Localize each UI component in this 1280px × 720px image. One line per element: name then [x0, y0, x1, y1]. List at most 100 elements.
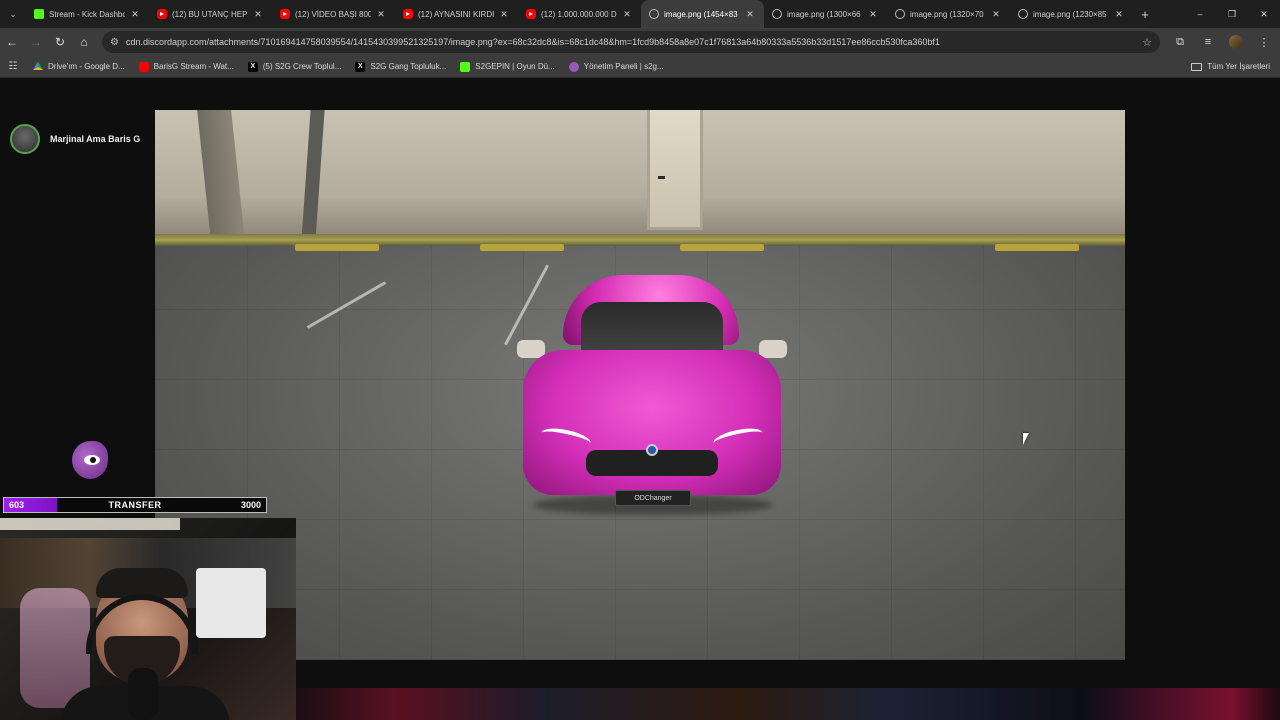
mascot-logo-icon: [68, 435, 110, 481]
tab-title: (12) VİDEO BAŞI 800: [295, 9, 371, 19]
tab-title: (12) 1.000.000.000 D: [541, 9, 617, 19]
globe-icon: [895, 9, 905, 19]
wheel-stop: [995, 244, 1079, 251]
minimize-icon[interactable]: –: [1184, 0, 1216, 28]
back-icon[interactable]: ←: [0, 30, 24, 54]
menu-icon[interactable]: ⋮: [1250, 30, 1278, 54]
bookmark-item[interactable]: Drive'ım - Google D...: [26, 61, 132, 72]
tab[interactable]: (12) AYNASINI KIRDI ✕: [395, 0, 518, 28]
youtube-icon: [138, 61, 149, 72]
image-viewer[interactable]: ODChanger: [155, 110, 1125, 660]
goal-target: 3000: [240, 500, 261, 510]
bookmark-label: Yönetim Paneli | s2g...: [583, 62, 664, 71]
reload-icon[interactable]: ↻: [48, 30, 72, 54]
page-content: ODChanger Marjinal Ama Baris G 603 TRANS…: [0, 79, 1280, 720]
microphone-icon: [128, 668, 158, 720]
tab-close-icon[interactable]: ✕: [990, 9, 1002, 20]
bookmarks-bar: ☷ Drive'ım - Google D... BarisG Stream - …: [0, 56, 1280, 78]
wheel-stop: [480, 244, 564, 251]
tab[interactable]: image.png (1300×66 ✕: [764, 0, 887, 28]
side-mirror: [759, 340, 787, 358]
tab[interactable]: image.png (1320×70 ✕: [887, 0, 1010, 28]
youtube-icon: [157, 9, 167, 19]
youtube-icon: [403, 9, 413, 19]
bookmark-item[interactable]: X S2G Gang Topluluk...: [348, 61, 453, 72]
all-bookmarks-button[interactable]: Tüm Yer İşaretleri: [1191, 62, 1270, 71]
transfer-goal-bar: 603 TRANSFER 3000: [3, 497, 267, 513]
forward-icon[interactable]: →: [24, 30, 48, 54]
apps-grid-icon[interactable]: ☷: [0, 61, 26, 72]
address-bar[interactable]: ⚙ cdn.discordapp.com/attachments/7101694…: [102, 31, 1160, 53]
globe-icon: [1018, 9, 1028, 19]
google-drive-icon: [33, 61, 43, 70]
tab-close-icon[interactable]: ✕: [252, 9, 264, 20]
chair: [20, 588, 90, 708]
wheel-stop: [295, 244, 379, 251]
parking-wall: [155, 110, 1125, 234]
tab-close-icon[interactable]: ✕: [498, 9, 510, 20]
youtube-icon: [526, 9, 536, 19]
bookmark-item[interactable]: Yönetim Paneli | s2g...: [562, 61, 671, 72]
overlay-username: Marjinal Ama Baris G: [50, 134, 141, 144]
tab[interactable]: image.png (1230×85 ✕: [1010, 0, 1133, 28]
close-icon[interactable]: ✕: [1248, 0, 1280, 28]
tab-title: image.png (1230×85: [1033, 9, 1107, 19]
license-plate: ODChanger: [615, 490, 691, 506]
kick-icon: [460, 61, 471, 72]
next-image-preview: [296, 688, 1280, 720]
new-tab-button[interactable]: +: [1133, 7, 1157, 22]
tab-close-icon[interactable]: ✕: [867, 9, 879, 20]
media-controls-icon[interactable]: ≡: [1194, 30, 1222, 54]
all-bookmarks-label: Tüm Yer İşaretleri: [1207, 62, 1270, 71]
home-icon[interactable]: ⌂: [72, 30, 96, 54]
tab-strip: ⌄ Stream - Kick Dashbo ✕ (12) BU UTANÇ HEP…: [0, 0, 1280, 28]
restore-icon[interactable]: ❐: [1216, 0, 1248, 28]
pink-sports-car: ODChanger: [517, 270, 787, 520]
background-monitor: [196, 568, 266, 638]
bookmark-label: (5) S2G Crew Toplul...: [262, 62, 342, 71]
profile-avatar[interactable]: [1229, 35, 1243, 49]
tab[interactable]: Stream - Kick Dashbo ✕: [26, 0, 149, 28]
x-icon: X: [247, 61, 258, 72]
tab[interactable]: image.png (1454×83 ✕: [641, 0, 764, 28]
goal-current: 603: [9, 500, 25, 510]
ceiling-light: [0, 518, 180, 530]
bookmark-star-icon[interactable]: ☆: [1142, 36, 1152, 49]
overlay-user: Marjinal Ama Baris G: [10, 124, 140, 154]
tab-title: Stream - Kick Dashbo: [49, 9, 125, 19]
wheel-stop: [680, 244, 764, 251]
mouse-cursor-icon: [1023, 433, 1029, 445]
bookmark-label: S2G Gang Topluluk...: [370, 62, 447, 71]
tab-search-icon[interactable]: ⌄: [0, 0, 26, 28]
bookmark-label: Drive'ım - Google D...: [48, 62, 125, 71]
tab-close-icon[interactable]: ✕: [1113, 9, 1125, 20]
tab-title: (12) BU UTANÇ HEPİN: [172, 9, 248, 19]
tab-close-icon[interactable]: ✕: [375, 9, 387, 20]
site-info-icon[interactable]: ⚙: [110, 37, 119, 48]
folder-icon: [1191, 62, 1203, 71]
door: [647, 110, 703, 230]
webcam-feed: [0, 518, 296, 720]
tab[interactable]: (12) VİDEO BAŞI 800 ✕: [272, 0, 395, 28]
tab-close-icon[interactable]: ✕: [621, 9, 633, 20]
browser-toolbar: ← → ↻ ⌂ ⚙ cdn.discordapp.com/attachments…: [0, 28, 1280, 56]
kick-icon: [34, 9, 44, 19]
youtube-icon: [280, 9, 290, 19]
bookmark-item[interactable]: X (5) S2G Crew Toplul...: [241, 61, 349, 72]
tab-close-icon[interactable]: ✕: [129, 9, 141, 20]
bookmark-label: S2GEPIN | Oyun Dü...: [475, 62, 555, 71]
tab[interactable]: (12) 1.000.000.000 D ✕: [518, 0, 641, 28]
car-badge-icon: [646, 444, 658, 456]
bookmark-item[interactable]: S2GEPIN | Oyun Dü...: [453, 61, 561, 72]
globe-icon: [772, 9, 782, 19]
window-controls: – ❐ ✕: [1184, 0, 1280, 28]
url-text[interactable]: cdn.discordapp.com/attachments/710169414…: [126, 37, 1142, 47]
x-icon: X: [355, 61, 366, 72]
extensions-icon[interactable]: ⧉: [1166, 30, 1194, 54]
door-handle: [658, 176, 665, 179]
tab-close-icon[interactable]: ✕: [744, 9, 756, 20]
tab-title: image.png (1300×66: [787, 9, 861, 19]
bookmark-item[interactable]: BarisG Stream - Wat...: [132, 61, 241, 72]
gap: [296, 660, 1280, 688]
tab[interactable]: (12) BU UTANÇ HEPİN ✕: [149, 0, 272, 28]
